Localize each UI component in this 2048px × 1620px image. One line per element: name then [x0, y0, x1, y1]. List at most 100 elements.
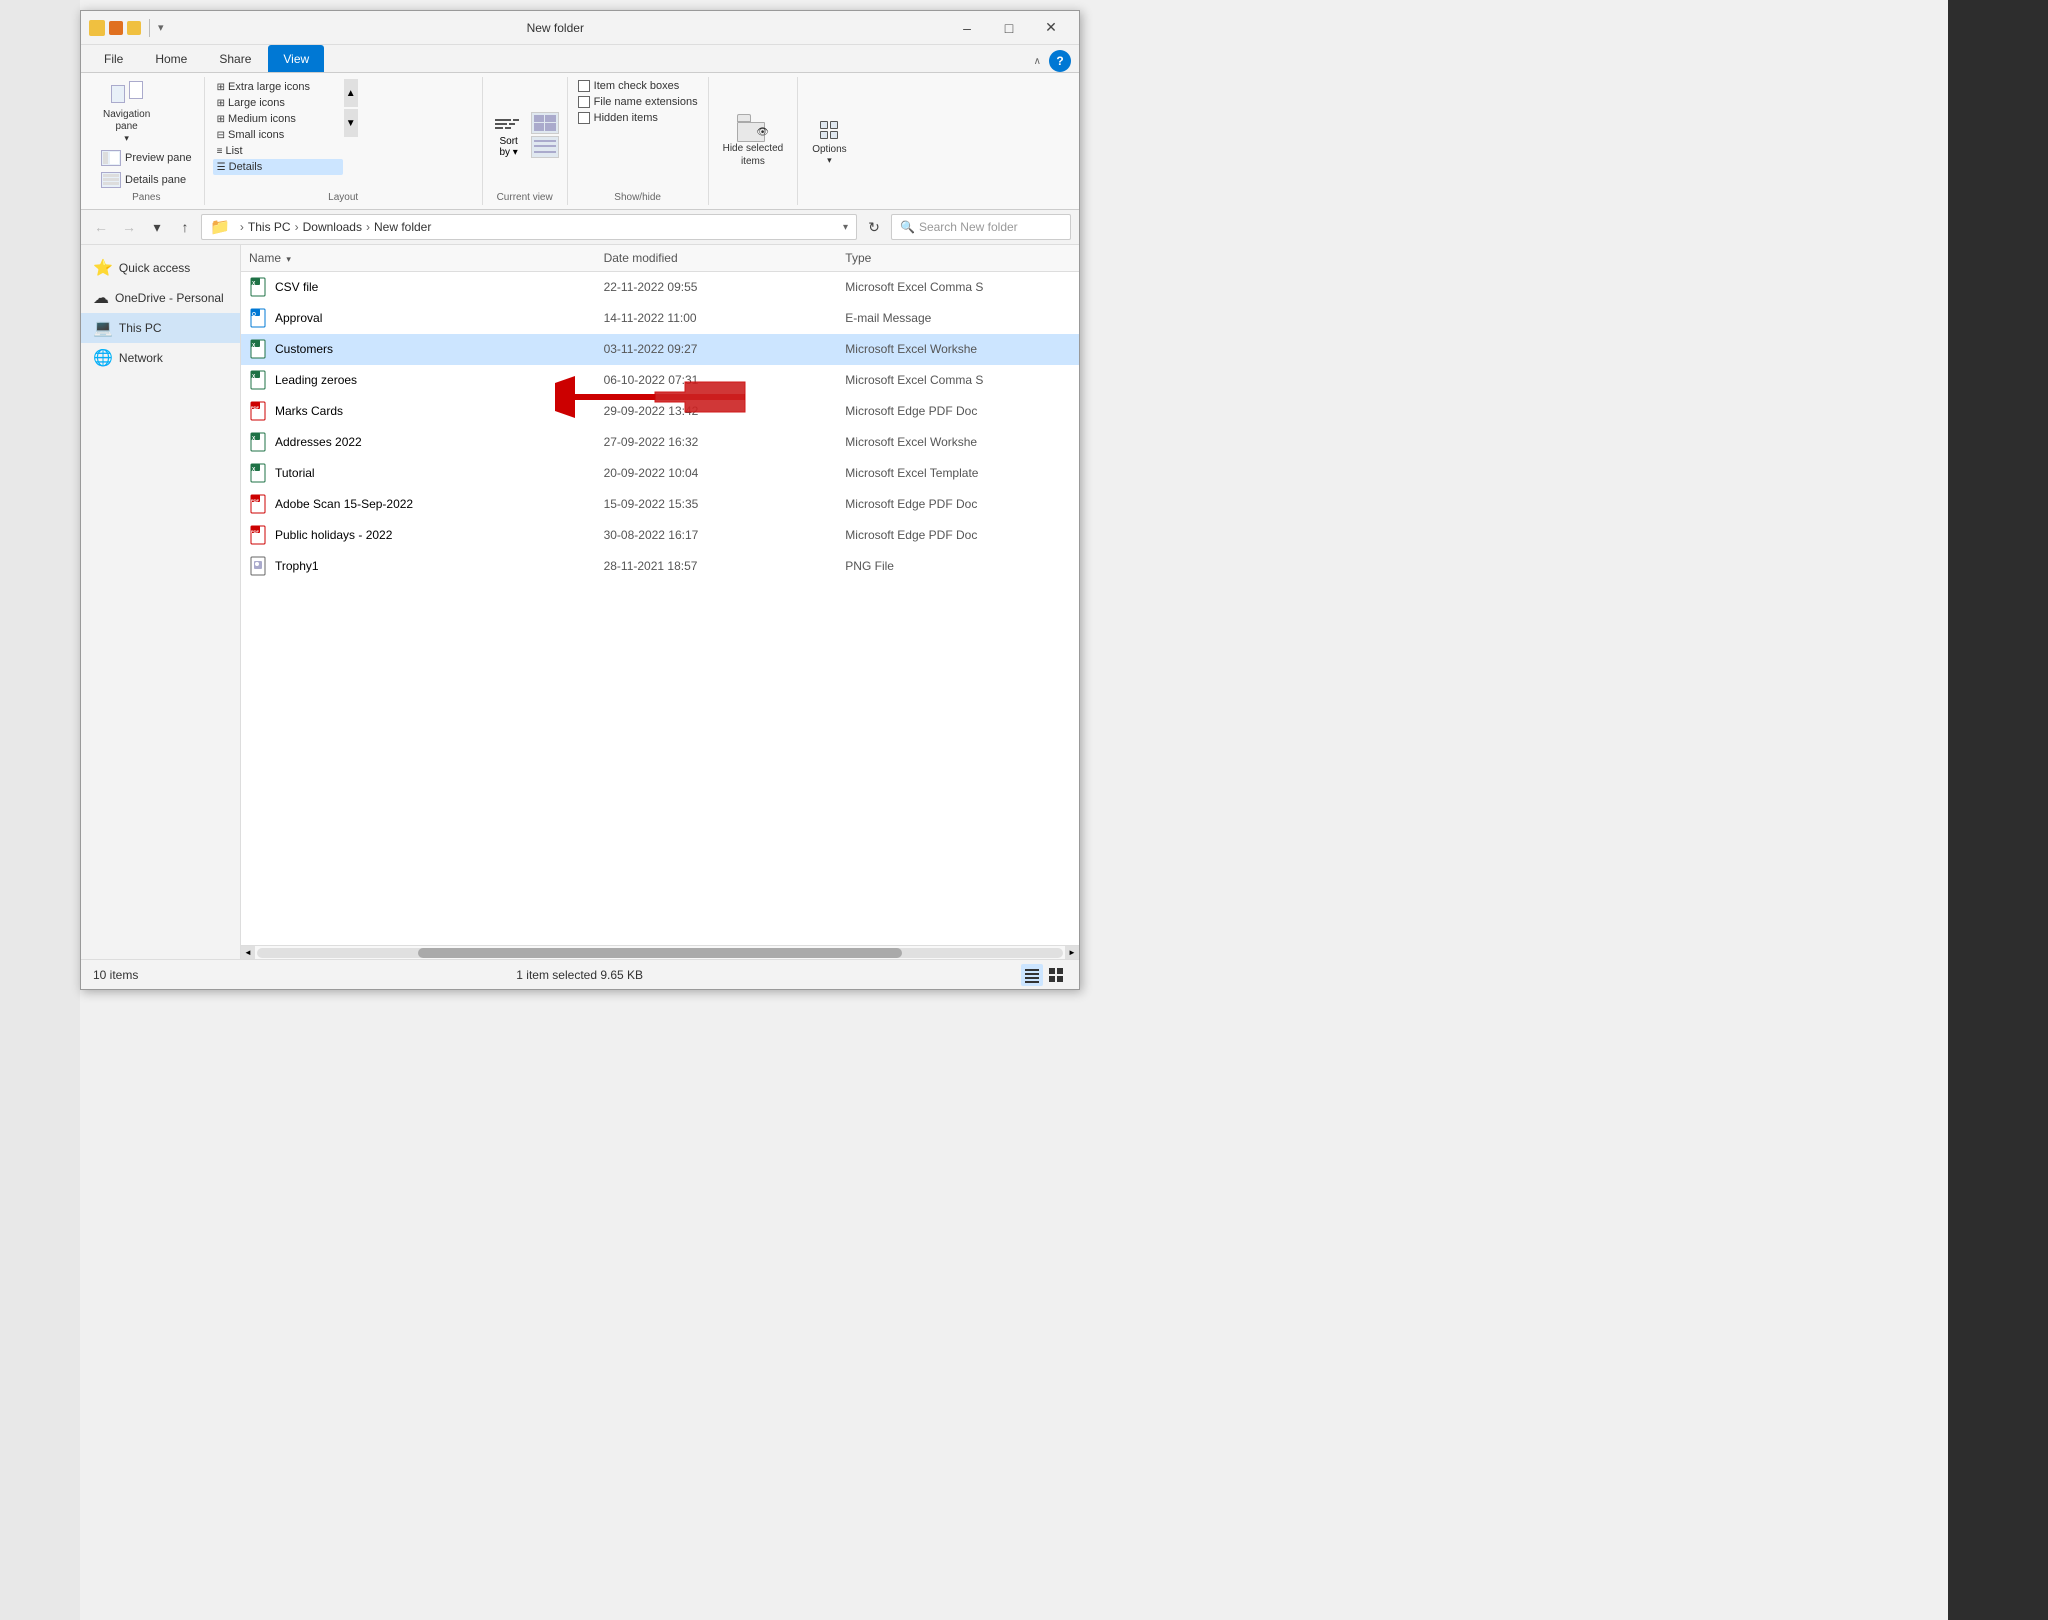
forward-button[interactable]: →: [117, 215, 141, 239]
details-view-button[interactable]: [1021, 964, 1043, 986]
preview-pane-button[interactable]: Preview pane: [97, 148, 196, 168]
extra-large-icons-label: Extra large icons: [228, 81, 310, 93]
details-pane-button[interactable]: Details pane: [97, 170, 190, 190]
sort-by-label: Sort: [499, 136, 517, 147]
file-list: X CSV file 22-11-2022 09:55 Microsoft Ex…: [241, 272, 1079, 945]
options-button[interactable]: Options ▾: [806, 112, 852, 170]
details-btn[interactable]: ☰ Details: [213, 159, 343, 175]
large-icons-view-button[interactable]: [1045, 964, 1067, 986]
sidebar: ⭐ Quick access ☁ OneDrive - Personal 💻 T…: [81, 245, 241, 959]
table-row[interactable]: Trophy1 28-11-2021 18:57 PNG File: [241, 551, 1079, 582]
scroll-track[interactable]: [257, 948, 1063, 958]
layout-group: ⊞ Extra large icons ⊞ Large icons ⊞ Medi…: [205, 77, 483, 205]
divider: [149, 19, 150, 37]
file-name-cell: X CSV file: [241, 275, 596, 299]
window-controls: – □ ✕: [947, 14, 1071, 42]
table-row[interactable]: PDF Public holidays - 2022 30-08-2022 16…: [241, 520, 1079, 551]
file-type-cell: E-mail Message: [837, 309, 1079, 327]
scroll-thumb[interactable]: [418, 948, 902, 958]
file-type-cell: Microsoft Excel Comma S: [837, 371, 1079, 389]
preview-pane-icon: [101, 150, 121, 166]
file-name-cell: PDF Marks Cards: [241, 399, 596, 423]
nav-pane-label: Navigationpane: [103, 109, 150, 133]
sort-by-button[interactable]: Sort by ▾: [491, 108, 527, 162]
nav-pane-icon: [111, 81, 143, 109]
options-dropdown-arrow[interactable]: ▾: [827, 155, 832, 166]
table-row[interactable]: X Addresses 2022 27-09-2022 16:32 Micros…: [241, 427, 1079, 458]
table-row[interactable]: PDF Marks Cards 29-09-2022 13:42 Microso…: [241, 396, 1079, 427]
col-date-label: Date modified: [604, 251, 678, 265]
hidden-items-toggle[interactable]: Hidden items: [576, 111, 660, 125]
dropdown-button[interactable]: ▾: [145, 215, 169, 239]
options-content: Options ▾: [806, 79, 852, 203]
maximize-button[interactable]: □: [989, 14, 1029, 42]
file-type-cell: Microsoft Edge PDF Doc: [837, 402, 1079, 420]
collapse-chevron[interactable]: ∧: [1034, 56, 1041, 67]
table-row[interactable]: X Customers 03-11-2022 09:27 Microsoft E…: [241, 334, 1079, 365]
sidebar-item-this-pc[interactable]: 💻 This PC: [81, 313, 240, 343]
group-by-button[interactable]: [531, 112, 559, 134]
sidebar-item-onedrive-label: OneDrive - Personal: [115, 291, 224, 305]
file-name-extensions-toggle[interactable]: File name extensions: [576, 95, 700, 109]
small-icons-btn[interactable]: ⊟ Small icons: [213, 127, 343, 143]
tab-file[interactable]: File: [89, 45, 138, 72]
nav-pane-dropdown[interactable]: ▾: [124, 133, 129, 144]
sidebar-item-quick-access[interactable]: ⭐ Quick access: [81, 253, 240, 283]
file-list-header: Name ▾ Date modified Type: [241, 245, 1079, 272]
tab-view[interactable]: View: [268, 45, 324, 72]
outlook-file-icon: O: [249, 308, 269, 328]
layout-up-arrow[interactable]: ▲: [344, 79, 358, 107]
table-row[interactable]: X Leading zeroes 06-10-2022 07:31 Micros…: [241, 365, 1079, 396]
medium-icons-btn[interactable]: ⊞ Medium icons: [213, 111, 343, 127]
file-date-cell: 06-10-2022 07:31: [596, 371, 838, 389]
tab-home[interactable]: Home: [140, 45, 202, 72]
file-name-cell: X Addresses 2022: [241, 430, 596, 454]
hide-selected-label: Hide selecteditems: [723, 142, 784, 168]
horizontal-scrollbar[interactable]: ◄ ►: [241, 945, 1079, 959]
image-file-icon: [249, 556, 269, 576]
col-type-label: Type: [845, 251, 871, 265]
large-icons-btn[interactable]: ⊞ Large icons: [213, 95, 343, 111]
file-name-text: Marks Cards: [275, 404, 343, 418]
list-btn[interactable]: ≡ List: [213, 143, 343, 159]
sidebar-item-network[interactable]: 🌐 Network: [81, 343, 240, 373]
col-header-type[interactable]: Type: [837, 249, 1079, 267]
col-header-name[interactable]: Name ▾: [241, 249, 596, 267]
minimize-button[interactable]: –: [947, 14, 987, 42]
hide-selected-group: 👁 Hide selecteditems: [709, 77, 799, 205]
excel-file-icon: X: [249, 339, 269, 359]
file-date-cell: 27-09-2022 16:32: [596, 433, 838, 451]
medium-icons-icon: ⊞: [217, 114, 225, 125]
file-type-cell: Microsoft Edge PDF Doc: [837, 495, 1079, 513]
file-name-text: Public holidays - 2022: [275, 528, 392, 542]
back-button[interactable]: ←: [89, 215, 113, 239]
up-button[interactable]: ↑: [173, 215, 197, 239]
tab-share[interactable]: Share: [204, 45, 266, 72]
sidebar-item-onedrive[interactable]: ☁ OneDrive - Personal: [81, 283, 240, 313]
refresh-button[interactable]: ↻: [861, 214, 887, 240]
bc-expand-chevron[interactable]: ▾: [843, 222, 848, 233]
table-row[interactable]: PDF Adobe Scan 15-Sep-2022 15-09-2022 15…: [241, 489, 1079, 520]
col-header-date[interactable]: Date modified: [596, 249, 838, 267]
hide-sel-content: 👁 Hide selecteditems: [717, 79, 790, 203]
scroll-left-arrow[interactable]: ◄: [241, 946, 255, 960]
table-row[interactable]: X Tutorial 20-09-2022 10:04 Microsoft Ex…: [241, 458, 1079, 489]
help-button[interactable]: ?: [1049, 50, 1071, 72]
show-hide-group: Item check boxes File name extensions Hi…: [568, 77, 709, 205]
file-name-text: Addresses 2022: [275, 435, 362, 449]
large-icons-icon: ⊞: [217, 98, 225, 109]
breadcrumb-bar[interactable]: 📁 › This PC › Downloads › New folder ▾: [201, 214, 857, 240]
table-row[interactable]: O Approval 14-11-2022 11:00 E-mail Messa…: [241, 303, 1079, 334]
pdf-file-icon: PDF: [249, 525, 269, 545]
navigation-pane-button[interactable]: Navigationpane ▾: [97, 79, 156, 146]
add-column-button[interactable]: [531, 136, 559, 158]
close-button[interactable]: ✕: [1031, 14, 1071, 42]
layout-down-arrow[interactable]: ▼: [344, 109, 358, 137]
item-check-boxes-toggle[interactable]: Item check boxes: [576, 79, 682, 93]
scroll-right-arrow[interactable]: ►: [1065, 946, 1079, 960]
file-name-extensions-label: File name extensions: [594, 96, 698, 108]
hide-selected-button[interactable]: 👁 Hide selecteditems: [717, 110, 790, 172]
extra-large-icons-btn[interactable]: ⊞ Extra large icons: [213, 79, 343, 95]
search-bar[interactable]: 🔍 Search New folder: [891, 214, 1071, 240]
table-row[interactable]: X CSV file 22-11-2022 09:55 Microsoft Ex…: [241, 272, 1079, 303]
